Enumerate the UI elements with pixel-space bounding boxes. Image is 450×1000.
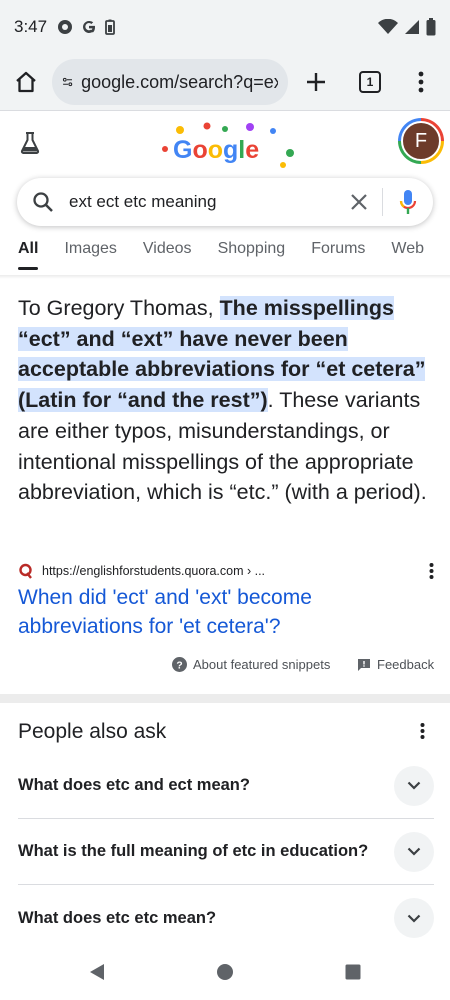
- tabs-shadow: [0, 275, 450, 279]
- tab-shopping[interactable]: Shopping: [218, 240, 286, 270]
- source-url: https://englishforstudents.quora.com › .…: [42, 564, 266, 578]
- chevron-down-icon: [407, 847, 421, 856]
- more-vert-icon[interactable]: [429, 562, 434, 580]
- wifi-icon: [378, 19, 398, 34]
- search-box[interactable]: ext ect etc meaning: [17, 178, 433, 226]
- search-input[interactable]: ext ect etc meaning: [69, 192, 336, 212]
- home-button[interactable]: [0, 54, 52, 110]
- account-avatar-button[interactable]: F: [398, 118, 444, 164]
- flask-icon: [20, 132, 40, 154]
- result-title-link[interactable]: When did 'ect' and 'ext' become abbrevia…: [18, 583, 434, 641]
- back-button[interactable]: [33, 963, 161, 981]
- svg-text:Google: Google: [173, 136, 259, 164]
- browser-menu-button[interactable]: [396, 54, 446, 110]
- tab-videos[interactable]: Videos: [143, 240, 192, 270]
- expand-button[interactable]: [394, 831, 434, 872]
- tab-switcher-button[interactable]: 1: [344, 54, 396, 110]
- home-nav-button[interactable]: [161, 963, 289, 981]
- feedback-icon: [358, 658, 370, 671]
- status-time: 3:47: [14, 17, 48, 36]
- signal-icon: [405, 20, 419, 34]
- tab-count: 1: [359, 71, 381, 93]
- more-vert-icon[interactable]: [420, 722, 425, 740]
- tab-images[interactable]: Images: [64, 240, 116, 270]
- address-bar[interactable]: google.com/search?q=ext+ect+etc+meaning: [52, 59, 288, 105]
- url-text: google.com/search?q=ext+ect+etc+meaning: [81, 71, 278, 92]
- battery-icon: [426, 18, 436, 36]
- tab-all[interactable]: All: [18, 240, 39, 270]
- paa-question-text: What does etc etc mean?: [18, 908, 217, 927]
- home-icon: [16, 71, 36, 93]
- search-tabs: All Images Videos Shopping Forums Web: [0, 240, 450, 274]
- close-icon: [351, 194, 367, 210]
- recents-square-icon: [345, 964, 361, 980]
- featured-snippet-text: To Gregory Thomas, The misspellings “ect…: [18, 293, 434, 508]
- recents-button[interactable]: [289, 964, 417, 980]
- chevron-down-icon: [407, 914, 421, 923]
- system-navigation-bar: [0, 944, 450, 1000]
- microphone-icon: [399, 190, 417, 214]
- snippet-prefix: To Gregory Thomas,: [18, 296, 220, 320]
- google-doodle-logo[interactable]: Google: [155, 121, 300, 171]
- google-status-icon: [83, 20, 96, 33]
- site-settings-icon[interactable]: [62, 72, 73, 92]
- paa-question[interactable]: What does etc etc mean?: [18, 885, 434, 951]
- browser-toolbar: google.com/search?q=ext+ect+etc+meaning …: [0, 54, 450, 110]
- new-tab-button[interactable]: [288, 54, 344, 110]
- paa-question-text: What is the full meaning of etc in educa…: [18, 842, 369, 860]
- section-divider: [0, 694, 450, 703]
- feedback-link[interactable]: Feedback: [357, 657, 434, 672]
- feedback-label: Feedback: [377, 657, 435, 672]
- clear-search-button[interactable]: [336, 193, 382, 211]
- paa-question[interactable]: What does etc and ect mean?: [18, 753, 434, 819]
- battery-saver-icon: [105, 19, 115, 35]
- paa-question-text: What does etc and ect mean?: [18, 776, 250, 794]
- paa-question[interactable]: What is the full meaning of etc in educa…: [18, 819, 434, 885]
- back-triangle-icon: [90, 964, 104, 980]
- tab-web[interactable]: Web: [391, 240, 424, 270]
- home-circle-icon: [217, 964, 233, 980]
- search-icon: [33, 192, 53, 212]
- quora-favicon-icon: [19, 563, 32, 579]
- voice-search-button[interactable]: [383, 189, 433, 215]
- about-featured-snippets-label: About featured snippets: [193, 657, 331, 672]
- google-header: Google F: [0, 111, 450, 177]
- snippet-source[interactable]: https://englishforstudents.quora.com › .…: [18, 560, 434, 582]
- avatar: F: [401, 121, 441, 161]
- snippet-footer: ? About featured snippets Feedback: [0, 657, 450, 679]
- plus-icon: [307, 73, 325, 91]
- expand-button[interactable]: [394, 898, 434, 938]
- tab-forums[interactable]: Forums: [311, 240, 365, 270]
- expand-button[interactable]: [394, 765, 434, 806]
- about-featured-snippets-link[interactable]: ? About featured snippets: [172, 657, 330, 672]
- chrome-status-icon: [58, 20, 73, 34]
- people-also-ask-title: People also ask: [18, 720, 167, 743]
- more-vert-icon: [418, 71, 424, 93]
- search-labs-button[interactable]: [18, 131, 42, 160]
- status-bar: 3:47: [0, 0, 450, 54]
- svg-text:?: ?: [176, 660, 182, 671]
- help-icon: ?: [172, 657, 187, 672]
- chevron-down-icon: [407, 781, 421, 790]
